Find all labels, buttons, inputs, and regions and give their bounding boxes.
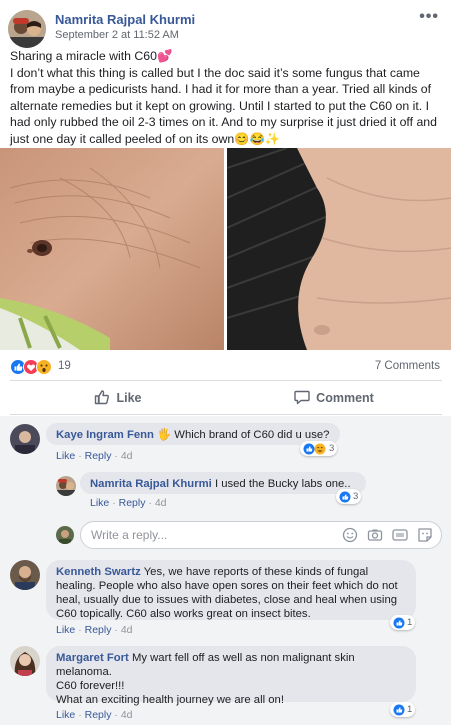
comment-reaction-count: 1 [407, 704, 413, 715]
comment-like-link[interactable]: Like [56, 709, 75, 721]
current-user-avatar [56, 526, 74, 544]
photo-before[interactable] [0, 148, 224, 350]
post-photos [0, 148, 451, 350]
thumbs-up-icon [94, 389, 110, 408]
sticker-icon[interactable] [416, 526, 433, 543]
comment-bubble: Kaye Ingram Fenn 🖐 Which brand of C60 di… [46, 423, 340, 445]
photo-after[interactable] [227, 148, 451, 350]
commenter-name[interactable]: Namrita Rajpal Khurmi [90, 478, 212, 490]
commenter-avatar[interactable] [10, 646, 40, 676]
commenter-name[interactable]: Margaret Fort [56, 652, 129, 664]
reaction-count[interactable]: 19 [58, 360, 71, 372]
commenter-avatar[interactable] [56, 476, 76, 496]
like-button[interactable]: Like [10, 384, 226, 412]
post-author-name[interactable]: Namrita Rajpal Khurmi [55, 12, 195, 27]
comment-reply-link[interactable]: Reply [85, 624, 112, 636]
comment-reaction-count: 3 [353, 491, 359, 502]
author-avatar[interactable] [8, 10, 46, 48]
comment-like-link[interactable]: Like [56, 624, 75, 636]
comment-reply-link[interactable]: Reply [85, 709, 112, 721]
comment-reactions[interactable]: 3 [336, 489, 362, 504]
comment-reply-link[interactable]: Reply [119, 497, 146, 509]
comment-count[interactable]: 7 Comments [375, 360, 440, 372]
post-text-line: Sharing a miracle with C60💕 [10, 49, 173, 63]
commenter-avatar[interactable] [10, 424, 40, 454]
comment-reactions[interactable]: 1 [390, 702, 416, 717]
wow-reaction-icon [36, 359, 52, 375]
post-actions: Like Comment [10, 384, 442, 412]
reply-tools [341, 526, 433, 543]
comment-age[interactable]: 4d [121, 624, 133, 636]
gif-icon[interactable] [391, 526, 408, 543]
comment-meta: Like · Reply · 4d [56, 450, 133, 462]
commenter-name[interactable]: Kaye Ingram Fenn [56, 429, 154, 441]
divider [10, 380, 442, 381]
comment-button-label: Comment [316, 391, 374, 405]
camera-icon[interactable] [366, 526, 383, 543]
comment-meta: Like · Reply · 4d [56, 624, 133, 636]
smiley-icon[interactable] [341, 526, 358, 543]
comment-text: Which brand of C60 did u use? [174, 429, 330, 441]
post-header: Namrita Rajpal Khurmi September 2 at 11:… [8, 6, 443, 48]
comment-reactions[interactable]: 1 [390, 615, 416, 630]
reaction-icons[interactable] [10, 359, 56, 375]
comment-age[interactable]: 4d [121, 709, 133, 721]
comment-text: C60 forever!!! [56, 680, 125, 692]
comment-meta: Like · Reply · 4d [90, 497, 167, 509]
comment-text: What an exciting health journey we are a… [56, 694, 284, 706]
like-button-label: Like [116, 391, 142, 405]
post-text-line: I don’t what this thing is called but I … [10, 65, 437, 146]
reply-placeholder: Write a reply... [91, 528, 168, 542]
comment-like-link[interactable]: Like [90, 497, 109, 509]
reply-bubble: Namrita Rajpal Khurmi I used the Bucky l… [80, 472, 366, 494]
divider [10, 414, 442, 415]
comment-bubble: Kenneth Swartz Yes, we have reports of t… [46, 560, 416, 620]
comment-button[interactable]: Comment [226, 384, 442, 412]
speech-bubble-icon [294, 389, 310, 408]
comment-emoji: 🖐 [157, 429, 172, 441]
comment-reaction-count: 1 [407, 617, 413, 628]
comment-like-link[interactable]: Like [56, 450, 75, 462]
comment-reactions[interactable]: 3 [300, 441, 338, 456]
commenter-name[interactable]: Kenneth Swartz [56, 566, 141, 578]
comment-meta: Like · Reply · 4d [56, 709, 133, 721]
comment-age[interactable]: 4d [155, 497, 167, 509]
reactions-summary: 19 7 Comments [10, 358, 442, 376]
post-body: Sharing a miracle with C60💕 I don’t what… [10, 48, 442, 147]
comment-reaction-count: 3 [329, 443, 335, 454]
more-icon[interactable]: ••• [419, 8, 439, 26]
comment-text: I used the Bucky labs one.. [214, 478, 351, 490]
comment-bubble: Margaret Fort My wart fell off as well a… [46, 646, 416, 706]
post-timestamp[interactable]: September 2 at 11:52 AM [55, 29, 179, 41]
comment-reply-link[interactable]: Reply [85, 450, 112, 462]
reply-input[interactable]: Write a reply... [80, 521, 442, 549]
commenter-avatar[interactable] [10, 560, 40, 590]
comment-age[interactable]: 4d [121, 450, 133, 462]
